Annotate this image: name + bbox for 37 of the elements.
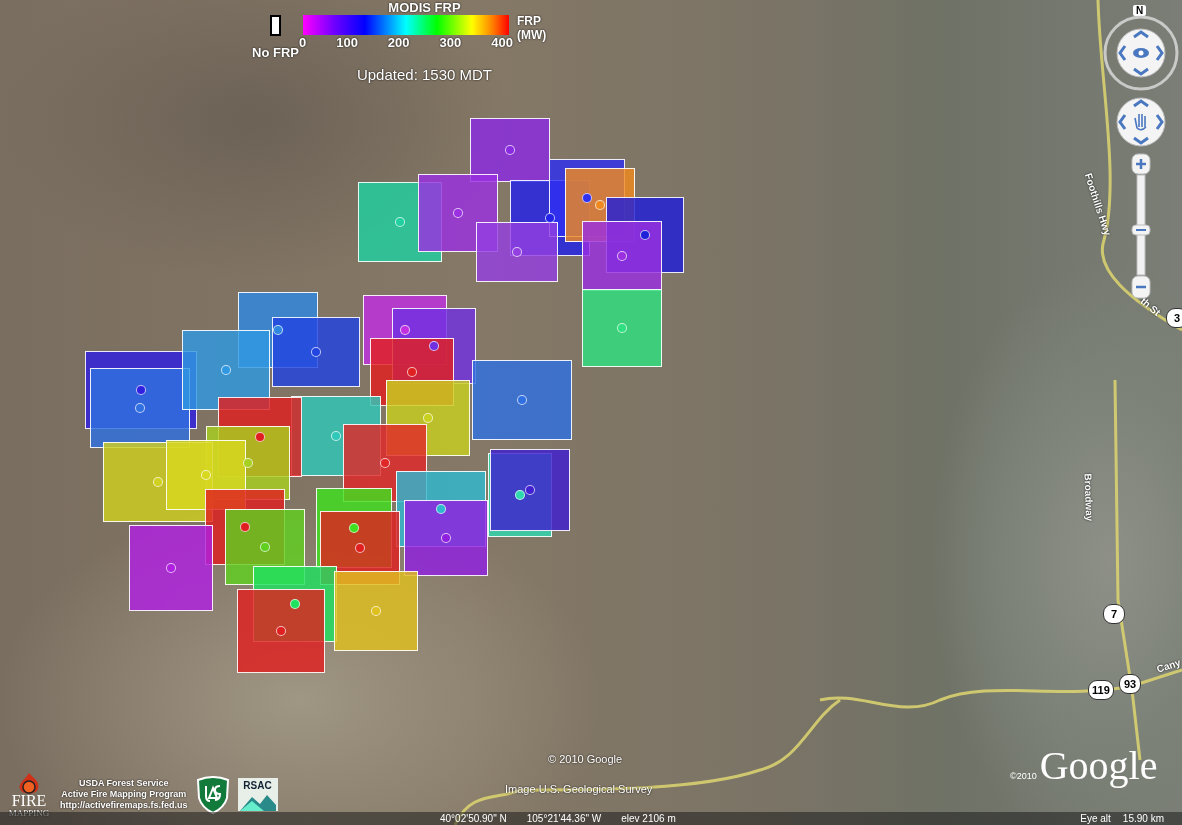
forest-service-shield-icon: [195, 775, 230, 814]
road-label: th St: [1138, 295, 1163, 318]
program-name: Active Fire Mapping Program: [61, 789, 187, 800]
updated-time: Updated: 1530 MDT: [356, 66, 492, 83]
logo-text: Google: [1039, 742, 1158, 789]
scale-tick-label: 200: [387, 35, 410, 50]
logo-text: FIRE: [11, 794, 47, 808]
copyright-text: © 2010 Google: [548, 753, 623, 765]
latitude-readout: 40°02'50.90" N: [440, 813, 507, 824]
zoom-in-icon[interactable]: [1131, 153, 1151, 175]
elevation-readout: elev 2106 m: [621, 813, 676, 824]
logo-text: MAPPING: [8, 808, 50, 818]
agency-name: USDA Forest Service: [78, 778, 169, 789]
zoom-slider-thumb[interactable]: [1131, 224, 1151, 236]
north-indicator[interactable]: N: [1133, 5, 1147, 16]
scale-tick-label: 0: [298, 35, 307, 50]
scale-tick-label: 300: [439, 35, 462, 50]
no-frp-swatch: [269, 15, 281, 36]
logo-text: ©2010: [1010, 771, 1037, 781]
longitude-readout: 105°21'44.36" W: [526, 813, 602, 824]
eye-altitude-value: 15.90 km: [1122, 813, 1164, 824]
scale-tick-label: 400: [491, 35, 513, 50]
legend-title: MODIS FRP: [388, 0, 461, 15]
scale-unit-label: FRP (MW): [516, 15, 548, 43]
zoom-slider[interactable]: [1131, 153, 1151, 276]
look-joystick-icon[interactable]: [1116, 28, 1166, 78]
no-frp-label: No FRP: [252, 45, 299, 60]
road-label: Cany: [1155, 656, 1182, 675]
move-joystick-icon[interactable]: [1116, 97, 1166, 147]
imagery-credit: Image U.S. Geological Survey: [505, 783, 653, 795]
eye-altitude-label: Eye alt: [1080, 813, 1111, 824]
zoom-out-icon[interactable]: [1131, 275, 1151, 299]
road-label: Broadway: [1082, 473, 1096, 522]
program-url[interactable]: http://activefiremaps.fs.fed.us: [60, 800, 188, 811]
logo-text: RSAC: [243, 780, 272, 791]
scale-tick-label: 100: [336, 35, 358, 50]
compass-ring[interactable]: [1103, 15, 1179, 91]
